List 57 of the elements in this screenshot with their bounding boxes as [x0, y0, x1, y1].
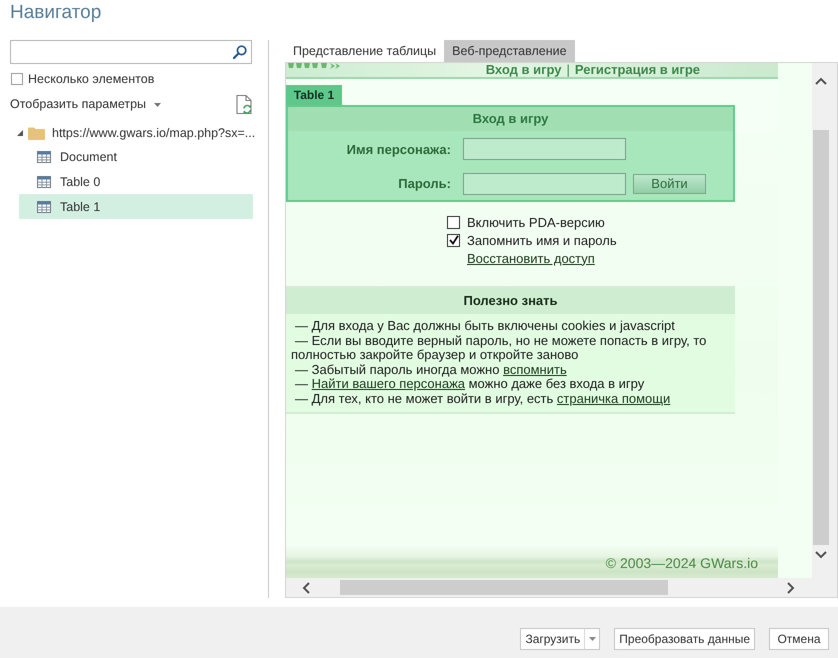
- display-options-dropdown[interactable]: Отобразить параметры: [10, 97, 162, 111]
- tip-link[interactable]: страничка помощи: [556, 390, 670, 406]
- refresh-document-icon[interactable]: [236, 94, 252, 114]
- input-field[interactable]: [463, 172, 626, 194]
- restore-access-link[interactable]: Восстановить доступ: [467, 250, 595, 266]
- tab[interactable]: Веб-представление: [444, 40, 575, 62]
- tip-text: — Для тех, кто не может войти в игру, есть страничка помощи: [294, 392, 672, 407]
- checkbox-label: Запомнить имя и пароль: [467, 232, 617, 248]
- split-button[interactable]: Загрузить: [520, 628, 586, 650]
- login-title: Вход в игру: [288, 107, 733, 131]
- tip-link[interactable]: Найти вашего персонажа: [312, 376, 465, 392]
- checkbox-label: Несколько элементов: [28, 72, 154, 86]
- tip-text: — Для входа у Вас должны быть включены cookies и javascript: [294, 319, 676, 334]
- checkbox-label: Включить PDA-версию: [467, 214, 605, 230]
- caret-icon: [588, 637, 596, 641]
- copyright-text: © 2003—2024 GWars.io: [606, 555, 758, 571]
- field-label: Пароль:: [397, 176, 451, 191]
- checkbox[interactable]: [447, 216, 460, 228]
- separator-text: |: [566, 63, 570, 77]
- scrollbar-thumb[interactable]: [813, 130, 829, 545]
- checkmark-icon: [448, 235, 458, 245]
- tree-item[interactable]: Table 0: [19, 169, 253, 194]
- vertical-scrollbar[interactable]: [812, 63, 837, 578]
- table-tag: Table 1: [286, 85, 342, 105]
- scroll-right-icon[interactable]: [787, 582, 795, 594]
- folder-icon: [28, 126, 45, 140]
- tip-text: — Найти вашего персонажа можно даже без входа в игру: [294, 377, 646, 392]
- action-button[interactable]: Отмена: [769, 628, 829, 650]
- table-icon: [37, 150, 51, 162]
- search-icon[interactable]: [233, 45, 247, 59]
- scroll-down-icon[interactable]: [815, 551, 827, 559]
- dropdown-button[interactable]: [584, 628, 600, 650]
- tip-text: — Забытый пароль иногда можно вспомнить: [294, 362, 568, 378]
- logo-fragment-icon: [287, 63, 341, 69]
- nav-link[interactable]: Вход в игру: [486, 63, 562, 77]
- expand-triangle-icon[interactable]: [17, 130, 23, 136]
- search-field[interactable]: [10, 40, 252, 64]
- tree-item[interactable]: Document: [19, 144, 253, 169]
- scroll-up-icon[interactable]: [815, 77, 827, 85]
- tree-item[interactable]: https://www.gwars.io/map.php?sx=...: [10, 122, 256, 144]
- tip-link[interactable]: вспомнить: [503, 362, 567, 377]
- checkbox[interactable]: [447, 234, 460, 246]
- tip-text: — Если вы вводите верный пароль, но не можете попасть в игру, то полностью закройте браузер и откройте заново: [291, 334, 708, 363]
- horizontal-scrollbar[interactable]: [286, 578, 837, 597]
- scroll-left-icon[interactable]: [302, 582, 310, 594]
- window-title: Навигатор: [10, 1, 102, 25]
- tips-title: Полезно знать: [286, 288, 735, 314]
- scrollbar-thumb[interactable]: [340, 580, 668, 595]
- checkbox[interactable]: [11, 73, 23, 85]
- table-icon: [37, 176, 51, 188]
- action-button[interactable]: Преобразовать данные: [614, 628, 755, 650]
- input-field[interactable]: [463, 138, 626, 160]
- tree-item[interactable]: Table 1: [19, 194, 253, 219]
- field-label: Имя персонажа:: [346, 142, 451, 156]
- login-button[interactable]: Войти: [633, 174, 706, 194]
- caret-icon: [154, 102, 162, 106]
- table-icon: [37, 200, 51, 212]
